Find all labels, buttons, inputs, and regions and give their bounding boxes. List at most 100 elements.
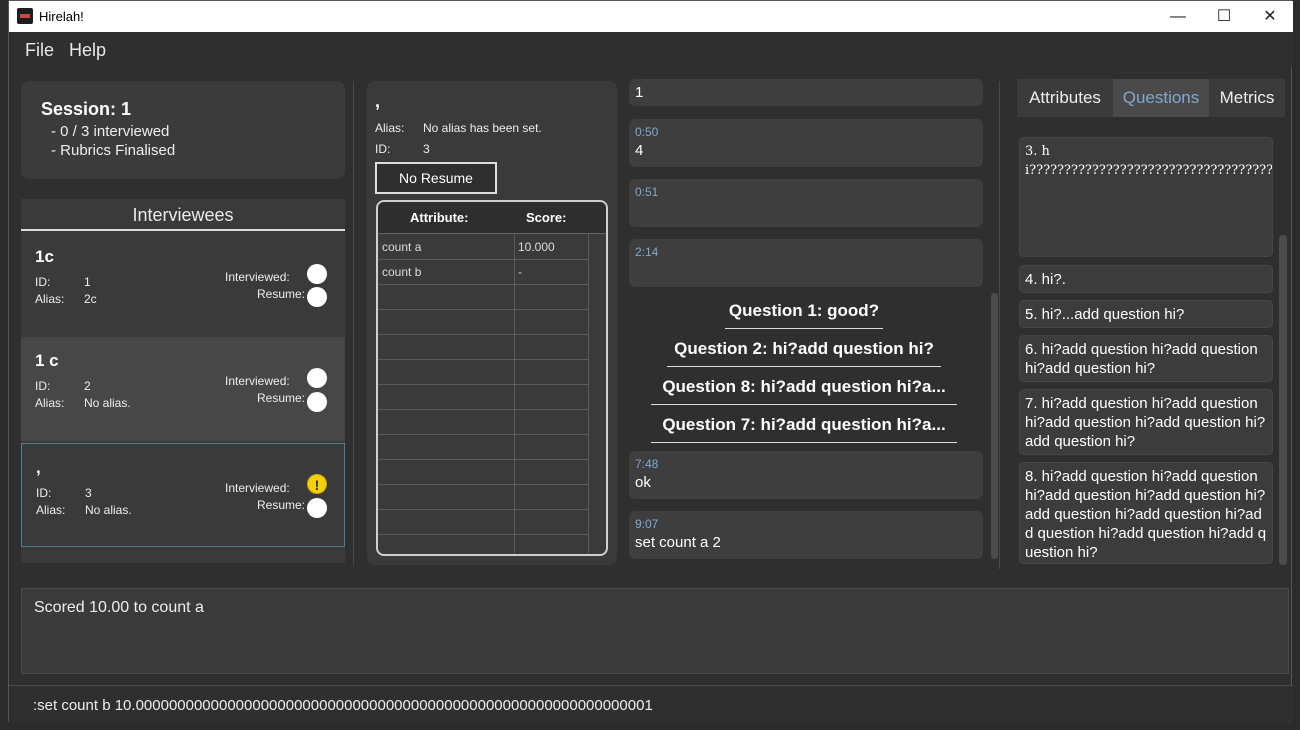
interviewee-id: 3 <box>85 486 92 500</box>
column-divider <box>514 234 515 554</box>
transcript-time: 0:50 <box>635 125 659 139</box>
attribute-column-header: Attribute: <box>410 210 469 225</box>
transcript-text: set count a 2 <box>635 534 721 551</box>
interviewee-list-header: Interviewees <box>21 199 345 231</box>
alias-label: Alias: <box>35 292 65 306</box>
menu-help[interactable]: Help <box>69 40 106 61</box>
interviewee-card[interactable]: 1c ID: 1 Alias: 2c Interviewed: Resume: <box>21 233 345 337</box>
interviewee-alias: No alias. <box>85 503 132 517</box>
right-panel: Attributes Questions Metrics 3. hi??????… <box>1017 79 1293 569</box>
session-interviewed-count: - 0 / 3 interviewed <box>51 123 170 140</box>
table-row-empty <box>378 285 588 310</box>
interviewee-name: 1c <box>35 247 54 266</box>
transcript-entry[interactable]: 2:14 <box>629 239 983 287</box>
table-row-empty <box>378 435 588 460</box>
transcript-time: 9:07 <box>635 517 659 531</box>
maximize-button[interactable]: ☐ <box>1201 1 1247 32</box>
title-bar: Hirelah! — ☐ ✕ <box>9 1 1293 32</box>
resume-status-icon <box>307 498 327 518</box>
transcript-entry[interactable]: 9:07 set count a 2 <box>629 511 983 559</box>
alias-label: Alias: <box>36 503 66 517</box>
table-row-empty <box>378 385 588 410</box>
transcript-entry[interactable]: 1 <box>629 79 983 106</box>
interviewee-name: 1 c <box>35 351 59 370</box>
interviewee-list-panel: Interviewees 1c ID: 1 Alias: 2c Intervie… <box>21 199 345 563</box>
table-row[interactable]: count b - <box>378 260 588 285</box>
transcript-panel: 1 0:50 4 0:51 2:14 Question 1: good? Que… <box>625 79 1003 569</box>
transcript-text: 1 <box>635 84 644 101</box>
tab-attributes[interactable]: Attributes <box>1017 79 1113 117</box>
attribute-score-table: Attribute: Score: count a 10.000 count b… <box>376 200 608 556</box>
interviewed-status-icon <box>307 264 327 284</box>
interviewee-detail-panel: , Alias: No alias has been set. ID: 3 No… <box>367 81 617 565</box>
table-row-empty <box>378 335 588 360</box>
question-underline <box>651 442 957 443</box>
question-header[interactable]: Question 8: hi?add question hi?a... <box>625 377 983 397</box>
transcript-time: 0:51 <box>635 185 659 199</box>
interviewee-card-selected[interactable]: , ID: 3 Alias: No alias. Interviewed: Re… <box>21 443 345 547</box>
tab-metrics[interactable]: Metrics <box>1209 79 1285 117</box>
question-item[interactable]: 6. hi?add question hi?add question hi?ad… <box>1019 335 1273 382</box>
alias-label: Alias: <box>375 121 405 135</box>
column-divider <box>588 234 589 554</box>
question-item[interactable]: 5. hi?...add question hi? <box>1019 300 1273 328</box>
interviewee-alias: 2c <box>84 292 97 306</box>
question-item[interactable]: 8. hi?add question hi?add question hi?ad… <box>1019 462 1273 564</box>
transcript-entry[interactable]: 0:50 4 <box>629 119 983 167</box>
menu-bar: File Help <box>9 32 1293 67</box>
question-item[interactable]: 7. hi?add question hi?add question hi?ad… <box>1019 389 1273 455</box>
result-display: Scored 10.00 to count a <box>21 588 1289 674</box>
divider <box>999 81 1000 569</box>
detail-alias: No alias has been set. <box>423 121 542 135</box>
interviewee-id: 2 <box>84 379 91 393</box>
transcript-time: 7:48 <box>635 457 659 471</box>
interviewee-card[interactable]: 1 c ID: 2 Alias: No alias. Interviewed: … <box>21 337 345 441</box>
interviewee-alias: No alias. <box>84 396 131 410</box>
question-underline <box>667 366 941 367</box>
command-text: :set count b 10.000000000000000000000000… <box>33 697 653 714</box>
table-row-empty <box>378 410 588 435</box>
app-window: Hirelah! — ☐ ✕ File Help Session: 1 - 0 … <box>8 0 1293 723</box>
minimize-button[interactable]: — <box>1155 1 1201 32</box>
transcript-entry[interactable]: 7:48 ok <box>629 451 983 499</box>
warning-icon: ! <box>307 474 327 494</box>
close-button[interactable]: ✕ <box>1247 1 1293 32</box>
resume-label: Resume: <box>257 498 306 512</box>
interviewee-id: 1 <box>84 275 91 289</box>
table-row-empty <box>378 310 588 335</box>
id-label: ID: <box>375 142 391 156</box>
transcript-text: ok <box>635 474 651 491</box>
id-label: ID: <box>35 275 51 289</box>
question-header[interactable]: Question 1: good? <box>625 301 983 321</box>
result-text: Scored 10.00 to count a <box>34 599 204 616</box>
command-input[interactable]: :set count b 10.000000000000000000000000… <box>9 685 1293 723</box>
question-item[interactable]: 4. hi?. <box>1019 265 1273 293</box>
session-title: Session: 1 <box>41 99 132 119</box>
no-resume-button[interactable]: No Resume <box>375 162 497 194</box>
transcript-time: 2:14 <box>635 245 659 259</box>
questions-scrollbar[interactable] <box>1279 235 1287 565</box>
session-panel: Session: 1 - 0 / 3 interviewed - Rubrics… <box>21 81 345 179</box>
question-header[interactable]: Question 2: hi?add question hi? <box>625 339 983 359</box>
question-underline <box>651 404 957 405</box>
interviewed-label: Interviewed: <box>225 481 290 495</box>
tab-questions[interactable]: Questions <box>1113 79 1209 117</box>
app-logo-icon <box>17 8 33 24</box>
table-row[interactable]: count a 10.000 <box>378 235 588 260</box>
score-column-header: Score: <box>526 210 567 225</box>
table-row-empty <box>378 360 588 385</box>
window-title: Hirelah! <box>39 9 84 24</box>
score-cell: 10.000 <box>518 240 555 254</box>
question-header[interactable]: Question 7: hi?add question hi?a... <box>625 415 983 435</box>
attribute-cell: count a <box>382 240 422 254</box>
question-item[interactable]: 3. hi???????????????????????????????????… <box>1019 137 1273 257</box>
menu-file[interactable]: File <box>25 40 54 61</box>
score-cell: - <box>518 265 522 279</box>
transcript-scrollbar[interactable] <box>991 293 998 559</box>
interviewed-status-icon <box>307 368 327 388</box>
attribute-cell: count b <box>382 265 422 279</box>
resume-status-icon <box>307 287 327 307</box>
transcript-entry[interactable]: 0:51 <box>629 179 983 227</box>
resume-label: Resume: <box>257 391 306 405</box>
resume-status-icon <box>307 392 327 412</box>
